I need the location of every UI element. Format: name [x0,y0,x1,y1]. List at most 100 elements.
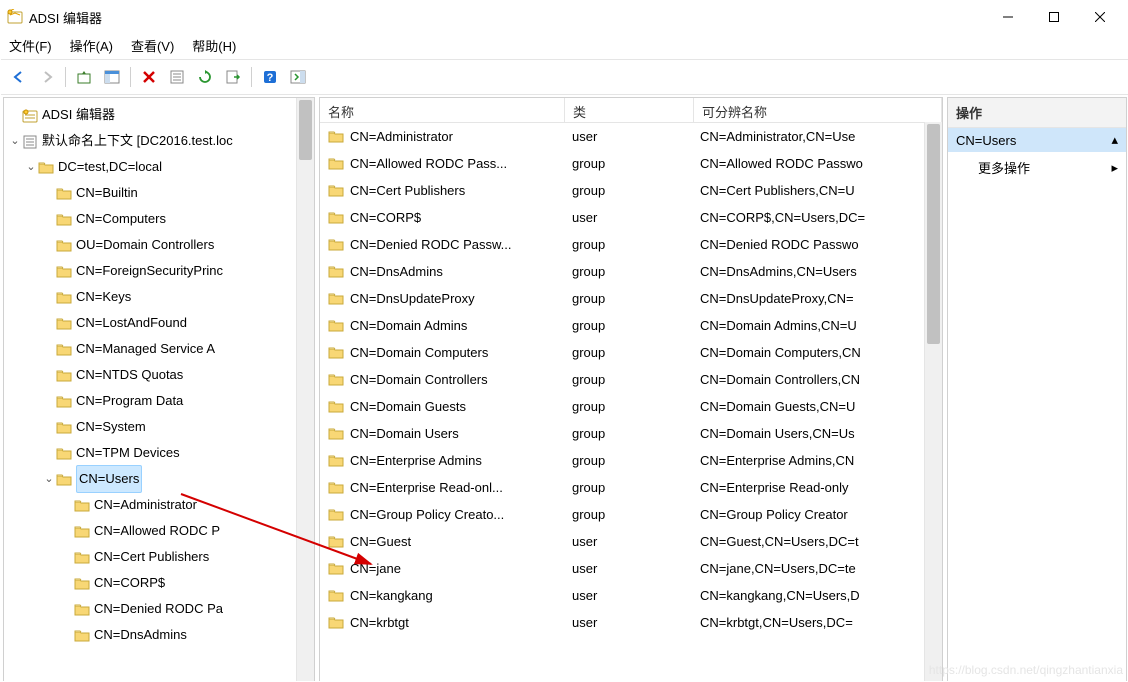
cell-dn: CN=DnsUpdateProxy,CN= [692,291,942,306]
cell-type: group [564,156,692,171]
folder-icon [328,615,344,631]
showhide-tree-button[interactable] [100,65,124,89]
tree-node-3[interactable]: CN=ForeignSecurityPrinc [4,258,314,284]
folder-icon [74,627,90,643]
list-row[interactable]: CN=janeuserCN=jane,CN=Users,DC=te [320,555,942,582]
tree-label: 默认命名上下文 [DC2016.test.loc [42,128,233,154]
cell-type: group [564,237,692,252]
menu-view[interactable]: 查看(V) [131,36,174,55]
disclosure-icon[interactable]: ⌄ [42,466,56,492]
disclosure-icon[interactable]: ⌄ [24,154,38,180]
cell-type: user [564,210,692,225]
tree-users-child-3[interactable]: CN=CORP$ [4,570,314,596]
cell-name: CN=CORP$ [350,210,421,225]
refresh-button[interactable] [193,65,217,89]
tree-node-2[interactable]: OU=Domain Controllers [4,232,314,258]
menu-file[interactable]: 文件(F) [9,36,52,55]
list-row[interactable]: CN=Group Policy Creato...groupCN=Group P… [320,501,942,528]
tree-node-1[interactable]: CN=Computers [4,206,314,232]
list-row[interactable]: CN=DnsUpdateProxygroupCN=DnsUpdateProxy,… [320,285,942,312]
tree-node-4[interactable]: CN=Keys [4,284,314,310]
list-row[interactable]: CN=Allowed RODC Pass...groupCN=Allowed R… [320,150,942,177]
cell-name: CN=Domain Computers [350,345,488,360]
folder-icon [328,237,344,253]
tree-node-7[interactable]: CN=NTDS Quotas [4,362,314,388]
tree-users-child-1[interactable]: CN=Allowed RODC P [4,518,314,544]
list-row[interactable]: CN=GuestuserCN=Guest,CN=Users,DC=t [320,528,942,555]
tree-node-5[interactable]: CN=LostAndFound [4,310,314,336]
cell-name: CN=Domain Admins [350,318,467,333]
list-body: CN=AdministratoruserCN=Administrator,CN=… [320,123,942,636]
list-row[interactable]: CN=Enterprise AdminsgroupCN=Enterprise A… [320,447,942,474]
back-button[interactable] [7,65,31,89]
cell-type: group [564,345,692,360]
tree-root[interactable]: ADSI 编辑器 [4,102,314,128]
cell-type: group [564,399,692,414]
list-row[interactable]: CN=CORP$userCN=CORP$,CN=Users,DC= [320,204,942,231]
up-button[interactable] [72,65,96,89]
properties-button[interactable] [165,65,189,89]
export-button[interactable] [221,65,245,89]
tree-node-8[interactable]: CN=Program Data [4,388,314,414]
delete-button[interactable] [137,65,161,89]
list-scrollbar[interactable] [924,122,942,682]
list-row[interactable]: CN=krbtgtuserCN=krbtgt,CN=Users,DC= [320,609,942,636]
tree-users-child-0[interactable]: CN=Administrator [4,492,314,518]
folder-icon [328,561,344,577]
action-more[interactable]: 更多操作 ▸ [948,152,1126,183]
tree-label: CN=Program Data [76,388,183,414]
folder-icon [56,315,72,331]
folder-icon [22,107,38,123]
tree-users-child-2[interactable]: CN=Cert Publishers [4,544,314,570]
list-row[interactable]: CN=kangkanguserCN=kangkang,CN=Users,D [320,582,942,609]
list-row[interactable]: CN=Domain GuestsgroupCN=Domain Guests,CN… [320,393,942,420]
minimize-button[interactable] [985,2,1031,32]
cell-name: CN=DnsUpdateProxy [350,291,475,306]
tree-node-10[interactable]: CN=TPM Devices [4,440,314,466]
folder-icon [328,156,344,172]
tree-node-9[interactable]: CN=System [4,414,314,440]
menu-help[interactable]: 帮助(H) [192,36,236,55]
action-group-title[interactable]: CN=Users ▴ [948,128,1126,152]
actionpane-button[interactable] [286,65,310,89]
cell-type: user [564,588,692,603]
action-group-label: CN=Users [956,133,1016,148]
tree-users-child-4[interactable]: CN=Denied RODC Pa [4,596,314,622]
forward-button[interactable] [35,65,59,89]
list-row[interactable]: CN=Domain UsersgroupCN=Domain Users,CN=U… [320,420,942,447]
tree-users-child-5[interactable]: CN=DnsAdmins [4,622,314,648]
list-row[interactable]: CN=Enterprise Read-onl...groupCN=Enterpr… [320,474,942,501]
maximize-button[interactable] [1031,2,1077,32]
list-row[interactable]: CN=Domain ComputersgroupCN=Domain Comput… [320,339,942,366]
tree-node-6[interactable]: CN=Managed Service A [4,336,314,362]
folder-icon [56,393,72,409]
menu-action[interactable]: 操作(A) [70,36,113,55]
list-row[interactable]: CN=DnsAdminsgroupCN=DnsAdmins,CN=Users [320,258,942,285]
cell-name: CN=jane [350,561,401,576]
tree-node-0[interactable]: CN=Builtin [4,180,314,206]
list-row[interactable]: CN=Cert PublishersgroupCN=Cert Publisher… [320,177,942,204]
folder-icon [74,523,90,539]
toolbar-sep-2 [130,67,131,87]
list-row[interactable]: CN=Denied RODC Passw...groupCN=Denied RO… [320,231,942,258]
tree-label: CN=CORP$ [94,570,165,596]
cell-dn: CN=Cert Publishers,CN=U [692,183,942,198]
col-header-dn[interactable]: 可分辨名称 [694,98,942,122]
list-row[interactable]: CN=AdministratoruserCN=Administrator,CN=… [320,123,942,150]
list-row[interactable]: CN=Domain ControllersgroupCN=Domain Cont… [320,366,942,393]
tree-naming-context[interactable]: ⌄ 默认命名上下文 [DC2016.test.loc [4,128,314,154]
folder-icon [328,534,344,550]
cell-name: CN=Domain Guests [350,399,466,414]
tree-scrollbar[interactable] [296,98,314,682]
col-header-name[interactable]: 名称 [320,98,565,122]
help-button[interactable]: ? [258,65,282,89]
disclosure-icon[interactable]: ⌄ [8,128,22,154]
tree-users[interactable]: ⌄CN=Users [4,466,314,492]
cell-type: group [564,264,692,279]
col-header-type[interactable]: 类 [565,98,694,122]
folder-icon [328,183,344,199]
tree-dc[interactable]: ⌄DC=test,DC=local [4,154,314,180]
folder-icon [56,289,72,305]
close-button[interactable] [1077,2,1123,32]
list-row[interactable]: CN=Domain AdminsgroupCN=Domain Admins,CN… [320,312,942,339]
